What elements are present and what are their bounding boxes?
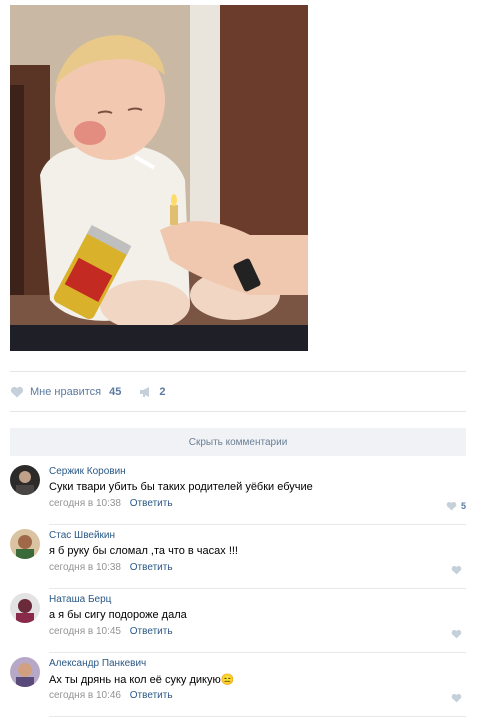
comment-text: Ах ты дрянь на кол её суку дикую😑 [49, 674, 235, 686]
heart-icon [451, 693, 462, 703]
reply-link[interactable]: Ответить [130, 498, 173, 509]
divider [49, 588, 466, 589]
comment-like-button[interactable] [451, 565, 466, 575]
comment-item: Александр Панкевич Ах ты дрянь на кол её… [10, 657, 466, 721]
comment-item: Наташа Берц а я бы сигу подороже дала се… [10, 593, 466, 657]
reply-link[interactable]: Ответить [130, 690, 173, 701]
like-label: Мне нравится [30, 386, 102, 398]
photo-illustration [10, 5, 308, 351]
like-button[interactable]: Мне нравится 45 [10, 386, 121, 398]
comment-text: а я бы сигу подороже дала [49, 609, 187, 621]
divider [10, 411, 466, 412]
heart-icon [10, 386, 24, 398]
reply-link[interactable]: Ответить [130, 626, 173, 637]
comment-meta: сегодня в 10:38 Ответить [49, 562, 173, 573]
comment-author[interactable]: Сержик Коровин [49, 466, 126, 477]
divider [10, 371, 466, 372]
comment-like-button[interactable]: 5 [446, 501, 466, 511]
avatar[interactable] [10, 593, 40, 623]
avatar[interactable] [10, 529, 40, 559]
comment-like-button[interactable] [451, 629, 466, 639]
comment-like-count: 5 [460, 501, 466, 511]
reply-link[interactable]: Ответить [130, 562, 173, 573]
heart-icon [451, 565, 462, 575]
divider [49, 716, 466, 717]
comment-text: Суки твари убить бы таких родителей уёбк… [49, 481, 313, 493]
avatar[interactable] [10, 465, 40, 495]
comment-item: Сержик Коровин Суки твари убить бы таких… [10, 465, 466, 529]
comment-text: я б руку бы сломал ,та что в часах !!! [49, 545, 238, 557]
share-count: 2 [159, 386, 166, 398]
post-photo[interactable] [10, 5, 308, 351]
post-actions: Мне нравится 45 2 [10, 384, 165, 400]
comment-time[interactable]: сегодня в 10:45 [49, 626, 121, 637]
heart-icon [451, 629, 462, 639]
avatar[interactable] [10, 657, 40, 687]
megaphone-icon [140, 387, 150, 397]
comment-author[interactable]: Александр Панкевич [49, 658, 146, 669]
comment-author[interactable]: Наташа Берц [49, 594, 111, 605]
comment-meta: сегодня в 10:46 Ответить [49, 690, 173, 701]
comment-time[interactable]: сегодня в 10:46 [49, 690, 121, 701]
divider [49, 652, 466, 653]
comment-time[interactable]: сегодня в 10:38 [49, 562, 121, 573]
hide-comments-button[interactable]: Скрыть комментарии [10, 428, 466, 456]
comment-meta: сегодня в 10:38 Ответить [49, 498, 173, 509]
divider [49, 524, 466, 525]
comment-meta: сегодня в 10:45 Ответить [49, 626, 173, 637]
comment-item: Стас Швейкин я б руку бы сломал ,та что … [10, 529, 466, 593]
comment-like-button[interactable] [451, 693, 466, 703]
comment-time[interactable]: сегодня в 10:38 [49, 498, 121, 509]
heart-icon [446, 501, 457, 511]
like-count: 45 [109, 386, 122, 398]
comment-author[interactable]: Стас Швейкин [49, 530, 115, 541]
share-button[interactable]: 2 [139, 386, 165, 398]
